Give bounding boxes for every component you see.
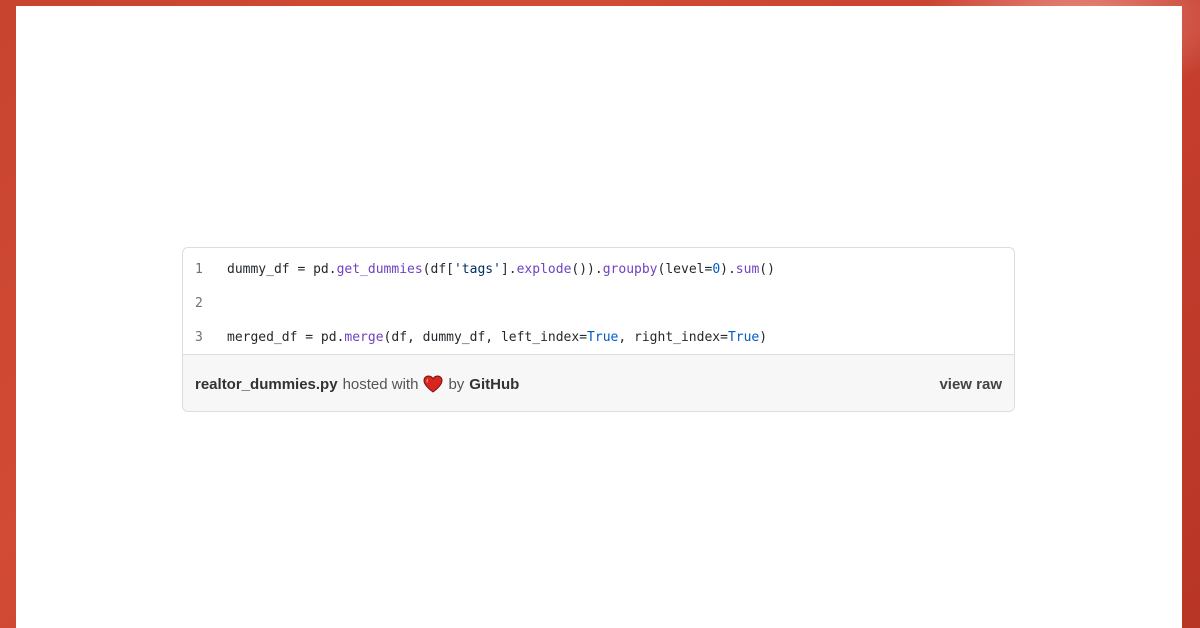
article-page: 1 dummy_df = pd.get_dummies(df['tags'].ex… (16, 6, 1182, 628)
code-token: (df[ (422, 261, 454, 277)
view-raw-link[interactable]: view raw (939, 376, 1002, 393)
code-token: groupby (602, 261, 658, 277)
code-token: merged_df = pd. (227, 329, 345, 345)
heart-icon (423, 375, 443, 393)
gist-meta: realtor_dummies.py hosted with by GitHub… (183, 354, 1014, 411)
code-token: 0 (712, 261, 721, 277)
code-line: 2 (183, 286, 1014, 320)
code-token: merge (344, 329, 384, 345)
code-token: ]. (500, 261, 517, 277)
gist-filename-link[interactable]: realtor_dummies.py (195, 376, 338, 393)
code-token: sum (735, 261, 760, 277)
code-token: 'tags' (453, 261, 501, 277)
line-number[interactable]: 2 (183, 296, 215, 311)
code-token: True (727, 329, 760, 345)
gist-code: 1 dummy_df = pd.get_dummies(df['tags'].ex… (183, 248, 1014, 354)
code-token: get_dummies (336, 261, 423, 277)
code-text: merged_df = pd.merge(df, dummy_df, left_… (215, 330, 767, 345)
code-token: dummy_df = pd. (227, 261, 337, 277)
code-text: dummy_df = pd.get_dummies(df['tags'].exp… (215, 262, 775, 277)
github-link[interactable]: GitHub (469, 376, 519, 393)
code-token: , right_index= (618, 329, 728, 345)
code-token: () (759, 261, 775, 277)
by-text: by (448, 375, 465, 393)
code-line: 1 dummy_df = pd.get_dummies(df['tags'].ex… (183, 252, 1014, 286)
gist-meta-left: realtor_dummies.py hosted with by GitHub (195, 375, 519, 393)
code-token: ) (759, 329, 768, 345)
code-token: explode (516, 261, 572, 277)
code-token: ()). (571, 261, 603, 277)
code-token: ). (720, 261, 736, 277)
gist-embed: 1 dummy_df = pd.get_dummies(df['tags'].ex… (182, 247, 1015, 412)
line-number[interactable]: 1 (183, 262, 215, 277)
hosted-with-text: hosted with (342, 375, 419, 393)
line-number[interactable]: 3 (183, 330, 215, 345)
code-token: True (587, 329, 619, 345)
code-token: (df, dummy_df, left_index= (383, 329, 588, 345)
code-token: (level= (657, 261, 713, 277)
code-line: 3 merged_df = pd.merge(df, dummy_df, left… (183, 320, 1014, 354)
